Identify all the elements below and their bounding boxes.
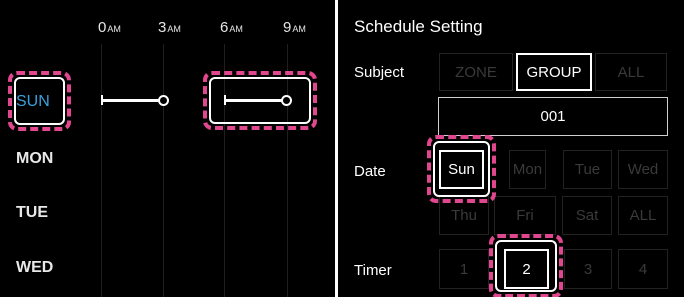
highlight-sun-day: [8, 71, 71, 131]
highlight-timer-2: [203, 71, 317, 130]
date-option-fri[interactable]: Fri: [494, 196, 556, 235]
highlight-date-sun: [427, 135, 496, 203]
timer-bar[interactable]: [102, 99, 160, 102]
timer-option-1[interactable]: 1: [439, 249, 489, 289]
schedule-setting-panel: Schedule Setting Subject ZONE GROUP ALL …: [338, 0, 684, 297]
hour-label-6am: 6AM: [220, 19, 243, 36]
date-label: Date: [354, 163, 386, 180]
subject-label: Subject: [354, 64, 405, 81]
date-option-tue[interactable]: Tue: [563, 150, 612, 189]
schedule-timeline-panel: 0AM 3AM 6AM 9AM SUN MON TUE WED: [0, 0, 336, 297]
grid-line: [101, 44, 102, 297]
timer-option-3[interactable]: 3: [564, 249, 612, 289]
timer-end-handle[interactable]: [158, 95, 169, 106]
subject-option-zone[interactable]: ZONE: [439, 53, 513, 91]
date-option-mon[interactable]: Mon: [509, 150, 546, 189]
date-option-all[interactable]: ALL: [618, 196, 668, 235]
day-row-mon[interactable]: MON: [16, 150, 53, 168]
grid-line: [163, 44, 164, 297]
timer-label: Timer: [354, 262, 392, 279]
day-row-wed[interactable]: WED: [16, 259, 53, 277]
page-title: Schedule Setting: [354, 17, 483, 36]
hour-label-0am: 0AM: [98, 19, 121, 36]
subject-option-all[interactable]: ALL: [595, 53, 667, 91]
date-option-wed[interactable]: Wed: [618, 150, 668, 189]
date-option-sat[interactable]: Sat: [562, 196, 612, 235]
highlight-timer-2: [489, 234, 563, 297]
timer-option-4[interactable]: 4: [618, 249, 668, 289]
hour-label-3am: 3AM: [158, 19, 181, 36]
day-row-tue[interactable]: TUE: [16, 204, 48, 222]
subject-option-group[interactable]: GROUP: [516, 53, 592, 91]
hour-label-9am: 9AM: [283, 19, 306, 36]
group-number-field[interactable]: 001: [438, 97, 668, 136]
